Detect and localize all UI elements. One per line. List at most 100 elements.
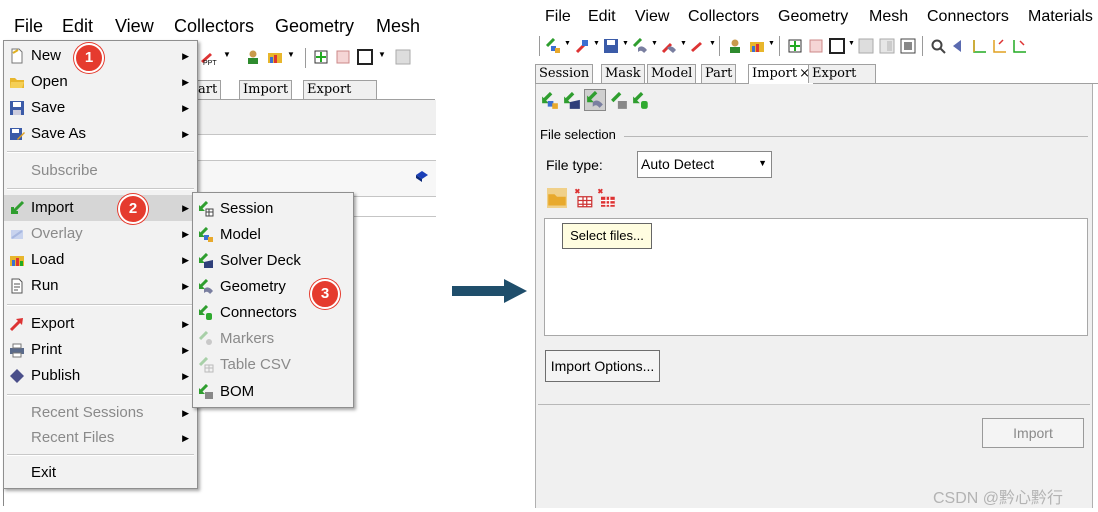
import-part-mode-icon[interactable]: [610, 92, 628, 110]
dropdown-arrow-icon[interactable]: ▼: [287, 50, 295, 59]
user-icon[interactable]: [245, 49, 261, 65]
file-list-box[interactable]: Select files...: [544, 218, 1088, 336]
add-entity-icon[interactable]: [313, 49, 329, 65]
submenu-item-label: Geometry: [220, 278, 286, 295]
menu-edit[interactable]: Edit: [62, 15, 93, 37]
submenu-item-markers[interactable]: Markers: [193, 326, 353, 352]
submenu-item-label: Session: [220, 200, 274, 217]
dropdown-arrow-icon[interactable]: ▼: [709, 40, 716, 47]
tab-mask[interactable]: Mask: [601, 64, 645, 83]
remove-all-files-icon[interactable]: [596, 188, 616, 208]
image-capture-icon[interactable]: [900, 38, 916, 54]
submenu-item-bom[interactable]: BOM: [193, 379, 353, 405]
save-tb-icon[interactable]: [603, 38, 619, 54]
file-type-select[interactable]: Auto Detect ▼: [637, 151, 772, 178]
menu-collectors[interactable]: Collectors: [174, 15, 254, 37]
dropdown-arrow-icon[interactable]: ▼: [564, 40, 571, 47]
dropdown-arrow-icon[interactable]: ▼: [223, 50, 231, 59]
dropdown-arrow-icon[interactable]: ▼: [622, 40, 629, 47]
export-ppt-tb-icon[interactable]: [690, 38, 706, 54]
submenu-item-table-csv[interactable]: Table CSV: [193, 352, 353, 378]
menu-item-publish[interactable]: Publish ▶: [4, 363, 197, 389]
submenu-item-solver-deck[interactable]: Solver Deck: [193, 248, 353, 274]
import-solver-mode-icon[interactable]: [563, 92, 581, 110]
submenu-arrow-icon: ▶: [182, 203, 189, 213]
menu-item-print[interactable]: Print ▶: [4, 337, 197, 363]
box-select-icon[interactable]: [829, 38, 845, 54]
menu-item-label: Run: [31, 277, 59, 294]
import-geometry-tb-icon[interactable]: [632, 38, 648, 54]
panel-icon[interactable]: [879, 38, 895, 54]
menu-item-exit[interactable]: Exit: [4, 460, 197, 486]
dropdown-arrow-icon[interactable]: ▼: [680, 40, 687, 47]
remove-file-icon[interactable]: [573, 188, 593, 208]
menu-mesh[interactable]: Mesh: [376, 15, 420, 37]
dropdown-arrow-icon[interactable]: ▼: [848, 40, 855, 47]
menu-collectors[interactable]: Collectors: [688, 7, 759, 27]
menu-connectors[interactable]: Connectors: [927, 7, 1009, 27]
back-arrow-icon[interactable]: [951, 38, 967, 54]
dropdown-arrow-icon[interactable]: ▼: [378, 50, 386, 59]
submenu-item-model[interactable]: Model: [193, 222, 353, 248]
import-geometry-mode-button[interactable]: [584, 89, 606, 111]
tab-part[interactable]: art: [195, 80, 222, 99]
dropdown-arrow-icon[interactable]: ▼: [651, 40, 658, 47]
menu-geometry[interactable]: Geometry: [778, 7, 848, 27]
menu-item-import[interactable]: Import ▶: [4, 195, 197, 221]
import-options-button[interactable]: Import Options...: [545, 350, 660, 382]
zoom-icon[interactable]: [930, 38, 946, 54]
tab-export[interactable]: Export: [303, 80, 377, 99]
axis-y-icon[interactable]: [991, 38, 1007, 54]
import-model-mode-icon[interactable]: [541, 92, 559, 110]
menu-mesh[interactable]: Mesh: [869, 7, 908, 27]
select-files-button[interactable]: Select files...: [562, 223, 652, 249]
import-geometry-icon: [198, 279, 213, 294]
dropdown-arrow-icon[interactable]: ▼: [768, 40, 775, 47]
menu-item-open[interactable]: Open ▶: [4, 69, 197, 95]
tab-export[interactable]: Export: [808, 64, 876, 83]
entity-sheet-icon[interactable]: [335, 49, 351, 65]
submenu-item-label: Table CSV: [220, 356, 291, 373]
menu-view[interactable]: View: [635, 7, 669, 27]
user-icon[interactable]: [727, 38, 743, 54]
import-connectors-mode-icon[interactable]: [632, 92, 650, 110]
menu-item-save-as[interactable]: Save As ▶: [4, 121, 197, 147]
export-model-tb-icon[interactable]: [575, 38, 591, 54]
folder-color-icon[interactable]: [267, 49, 283, 65]
submenu-item-session[interactable]: Session: [193, 196, 353, 222]
menu-view[interactable]: View: [115, 15, 154, 37]
menu-file[interactable]: File: [545, 7, 571, 27]
export-geometry-tb-icon[interactable]: [661, 38, 677, 54]
grid-icon[interactable]: [395, 49, 411, 65]
menu-geometry[interactable]: Geometry: [275, 15, 354, 37]
box-select-icon[interactable]: [357, 49, 373, 65]
menu-edit[interactable]: Edit: [588, 7, 616, 27]
tab-part[interactable]: Part: [701, 64, 737, 83]
axis-z-icon[interactable]: [1011, 38, 1027, 54]
menu-file[interactable]: File: [14, 15, 43, 37]
entity-sheet-icon[interactable]: [808, 38, 824, 54]
menu-item-recent-sessions[interactable]: Recent Sessions ▶: [4, 400, 197, 426]
menu-item-recent-files[interactable]: Recent Files ▶: [4, 425, 197, 451]
menu-item-label: Recent Sessions: [31, 404, 144, 421]
tab-import[interactable]: Import: [239, 80, 293, 99]
menu-item-export[interactable]: Export ▶: [4, 311, 197, 337]
menu-item-save[interactable]: Save ▶: [4, 95, 197, 121]
menu-item-load[interactable]: Load ▶: [4, 247, 197, 273]
dropdown-arrow-icon[interactable]: ▼: [593, 40, 600, 47]
menu-item-overlay[interactable]: Overlay ▶: [4, 221, 197, 247]
menu-item-subscribe[interactable]: Subscribe: [4, 158, 197, 184]
add-entity-icon[interactable]: [787, 38, 803, 54]
tab-model[interactable]: Model: [647, 64, 697, 83]
folder-color-icon[interactable]: [749, 38, 765, 54]
grid-icon[interactable]: [858, 38, 874, 54]
folder-open-icon[interactable]: [547, 188, 567, 208]
tab-session[interactable]: Session: [535, 64, 594, 83]
menu-materials[interactable]: Materials: [1028, 7, 1093, 27]
menu-item-run[interactable]: Run ▶: [4, 273, 197, 299]
toolbar-separator: [719, 36, 721, 56]
axis-x-icon[interactable]: [971, 38, 987, 54]
tab-import[interactable]: Import ×: [748, 64, 814, 84]
import-button[interactable]: Import: [982, 418, 1084, 448]
import-model-tb-icon[interactable]: [545, 38, 561, 54]
